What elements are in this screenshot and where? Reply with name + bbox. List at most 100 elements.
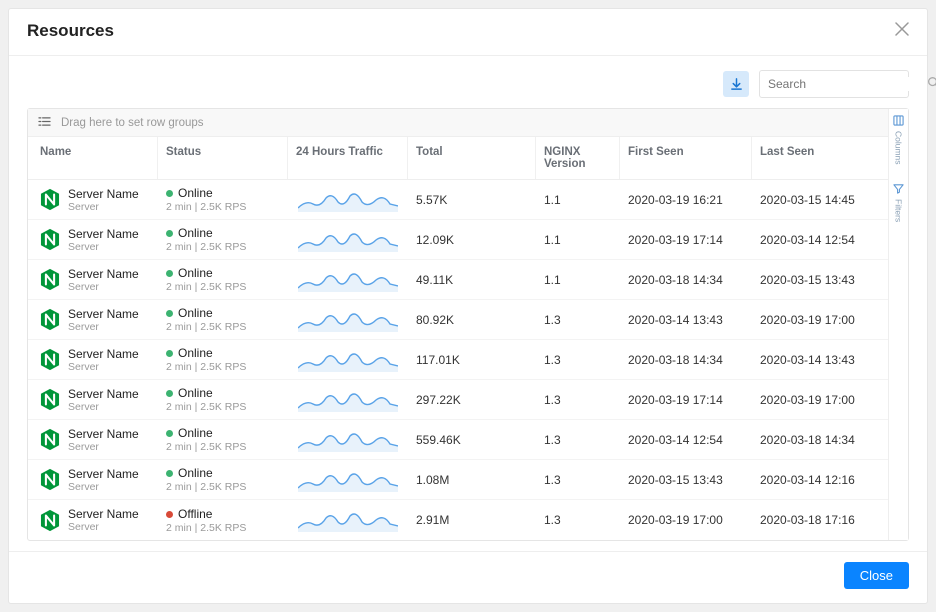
table-row[interactable]: Server Name Server Online 2 min | 2.5K R… [28, 260, 888, 300]
data-grid: Drag here to set row groups Name Status … [27, 108, 909, 541]
table-row[interactable]: Server Name Server Online 2 min | 2.5K R… [28, 180, 888, 220]
col-header-first[interactable]: First Seen [620, 137, 752, 179]
status-sub: 2 min | 2.5K RPS [166, 401, 280, 413]
table-header: Name Status 24 Hours Traffic Total NGINX… [28, 137, 888, 180]
total-cell: 49.11K [408, 269, 536, 291]
group-icon [38, 115, 51, 130]
toolbar [9, 56, 927, 108]
first-seen-cell: 2020-03-19 16:21 [620, 189, 752, 211]
last-seen-cell: 2020-03-15 14:45 [752, 189, 888, 211]
server-name: Server Name [68, 227, 139, 241]
total-cell: 559.46K [408, 429, 536, 451]
status-text: Online [178, 466, 213, 480]
tab-columns[interactable]: Columns [893, 115, 904, 165]
server-name: Server Name [68, 187, 139, 201]
traffic-sparkline [288, 344, 408, 376]
status-sub: 2 min | 2.5K RPS [166, 241, 280, 253]
status-dot [166, 230, 173, 237]
table-body: Server Name Server Online 2 min | 2.5K R… [28, 180, 888, 540]
status-dot [166, 270, 173, 277]
status-text: Online [178, 186, 213, 200]
first-seen-cell: 2020-03-14 12:54 [620, 429, 752, 451]
server-name: Server Name [68, 387, 139, 401]
total-cell: 117.01K [408, 349, 536, 371]
version-cell: 1.3 [536, 509, 620, 531]
filter-icon [893, 183, 904, 197]
search-icon [927, 76, 936, 92]
table-row[interactable]: Server Name Server Online 2 min | 2.5K R… [28, 380, 888, 420]
nginx-icon [40, 468, 60, 491]
version-cell: 1.3 [536, 389, 620, 411]
col-header-total[interactable]: Total [408, 137, 536, 179]
nginx-icon [40, 428, 60, 451]
server-sub: Server [68, 321, 139, 333]
group-bar[interactable]: Drag here to set row groups [28, 109, 888, 137]
close-icon[interactable] [895, 21, 909, 41]
server-sub: Server [68, 281, 139, 293]
server-name: Server Name [68, 507, 139, 521]
server-name: Server Name [68, 467, 139, 481]
download-button[interactable] [723, 71, 749, 97]
table-row[interactable]: Server Name Server Online 2 min | 2.5K R… [28, 300, 888, 340]
traffic-sparkline [288, 504, 408, 536]
traffic-sparkline [288, 184, 408, 216]
server-sub: Server [68, 521, 139, 533]
version-cell: 1.3 [536, 309, 620, 331]
status-text: Online [178, 386, 213, 400]
status-dot [166, 470, 173, 477]
status-sub: 2 min | 2.5K RPS [166, 441, 280, 453]
table-row[interactable]: Server Name Server Online 2 min | 2.5K R… [28, 460, 888, 500]
traffic-sparkline [288, 424, 408, 456]
status-text: Online [178, 346, 213, 360]
status-dot [166, 310, 173, 317]
last-seen-cell: 2020-03-19 17:00 [752, 389, 888, 411]
table-row[interactable]: Server Name Server Online 2 min | 2.5K R… [28, 420, 888, 460]
status-sub: 2 min | 2.5K RPS [166, 361, 280, 373]
total-cell: 80.92K [408, 309, 536, 331]
col-header-last[interactable]: Last Seen [752, 137, 888, 179]
table-row[interactable]: Server Name Server Online 2 min | 2.5K R… [28, 220, 888, 260]
table-row[interactable]: Server Name Server Online 2 min | 2.5K R… [28, 340, 888, 380]
total-cell: 12.09K [408, 229, 536, 251]
status-dot [166, 190, 173, 197]
server-sub: Server [68, 401, 139, 413]
col-header-status[interactable]: Status [158, 137, 288, 179]
server-sub: Server [68, 481, 139, 493]
total-cell: 2.91M [408, 509, 536, 531]
status-text: Online [178, 306, 213, 320]
last-seen-cell: 2020-03-15 13:43 [752, 269, 888, 291]
tab-filters[interactable]: Filters [893, 183, 904, 222]
status-text: Online [178, 266, 213, 280]
table-row[interactable]: Server Name Server Offline 2 min | 2.5K … [28, 500, 888, 540]
nginx-icon [40, 348, 60, 371]
server-name: Server Name [68, 267, 139, 281]
status-dot [166, 390, 173, 397]
last-seen-cell: 2020-03-18 14:34 [752, 429, 888, 451]
server-sub: Server [68, 241, 139, 253]
total-cell: 5.57K [408, 189, 536, 211]
first-seen-cell: 2020-03-19 17:14 [620, 229, 752, 251]
status-text: Offline [178, 507, 212, 521]
first-seen-cell: 2020-03-15 13:43 [620, 469, 752, 491]
server-sub: Server [68, 361, 139, 373]
nginx-icon [40, 388, 60, 411]
status-sub: 2 min | 2.5K RPS [166, 201, 280, 213]
first-seen-cell: 2020-03-18 14:34 [620, 349, 752, 371]
search-field[interactable] [768, 77, 923, 91]
status-text: Online [178, 426, 213, 440]
tab-filters-label: Filters [894, 199, 904, 222]
col-header-traffic[interactable]: 24 Hours Traffic [288, 137, 408, 179]
col-header-name[interactable]: Name [28, 137, 158, 179]
total-cell: 297.22K [408, 389, 536, 411]
status-sub: 2 min | 2.5K RPS [166, 522, 280, 534]
first-seen-cell: 2020-03-14 13:43 [620, 309, 752, 331]
close-button[interactable]: Close [844, 562, 909, 589]
nginx-icon [40, 509, 60, 532]
status-sub: 2 min | 2.5K RPS [166, 321, 280, 333]
search-input[interactable] [759, 70, 909, 98]
col-header-version[interactable]: NGINX Version [536, 137, 620, 179]
traffic-sparkline [288, 384, 408, 416]
first-seen-cell: 2020-03-19 17:00 [620, 509, 752, 531]
version-cell: 1.1 [536, 189, 620, 211]
group-hint-text: Drag here to set row groups [61, 117, 204, 129]
